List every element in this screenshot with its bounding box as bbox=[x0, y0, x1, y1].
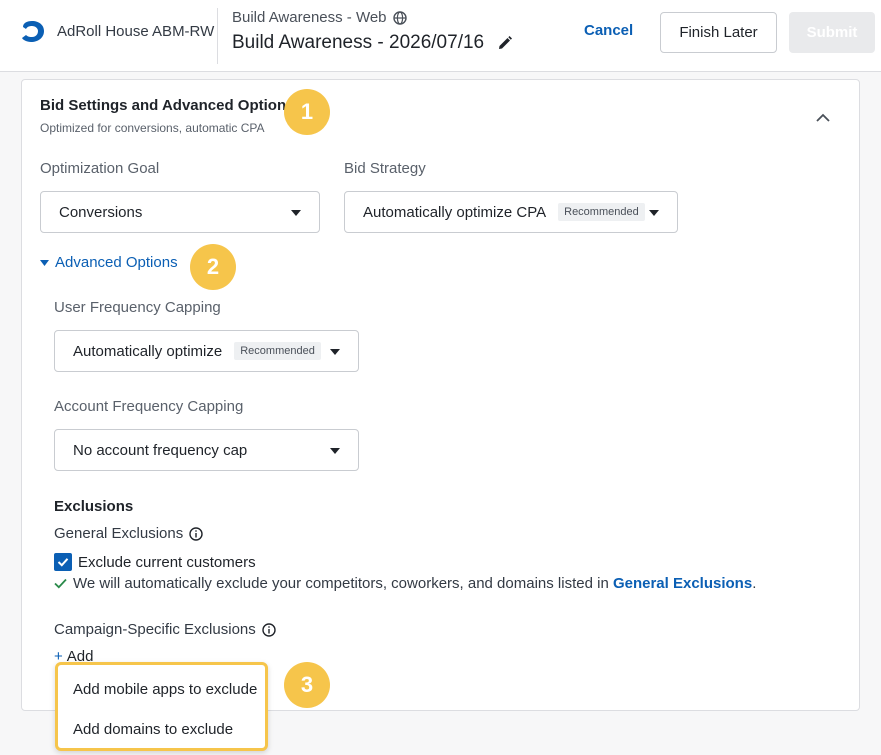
cancel-button[interactable]: Cancel bbox=[584, 22, 633, 39]
optimization-goal-label: Optimization Goal bbox=[40, 160, 160, 177]
caret-down-icon bbox=[291, 210, 301, 216]
pencil-icon[interactable] bbox=[498, 36, 513, 50]
caret-down-icon bbox=[330, 349, 340, 355]
adroll-logo-icon bbox=[22, 21, 44, 42]
chevron-up-icon[interactable] bbox=[816, 113, 830, 123]
exclusions-heading: Exclusions bbox=[54, 498, 134, 515]
callout-badge-1: 1 bbox=[284, 89, 330, 135]
account-frequency-label: Account Frequency Capping bbox=[54, 398, 244, 415]
checkmark-icon bbox=[57, 558, 69, 567]
submit-button[interactable]: Submit bbox=[789, 12, 875, 53]
caret-down-icon bbox=[330, 448, 340, 454]
bid-settings-card: Bid Settings and Advanced Options Optimi… bbox=[21, 79, 860, 711]
note-end: . bbox=[752, 575, 757, 592]
card-subtitle: Optimized for conversions, automatic CPA bbox=[40, 121, 265, 135]
exclude-customers-label: Exclude current customers bbox=[78, 553, 256, 571]
globe-icon bbox=[392, 10, 407, 25]
general-exclusions-heading: General Exclusions bbox=[54, 525, 203, 542]
bid-strategy-label: Bid Strategy bbox=[344, 160, 426, 177]
caret-down-icon bbox=[40, 259, 49, 266]
bid-strategy-select[interactable]: Automatically optimize CPA Recommended bbox=[344, 191, 678, 233]
exclude-customers-row[interactable]: Exclude current customers bbox=[54, 553, 256, 571]
user-frequency-value: Automatically optimize bbox=[73, 342, 223, 360]
account-frequency-select[interactable]: No account frequency cap bbox=[54, 429, 359, 471]
user-frequency-label: User Frequency Capping bbox=[54, 299, 221, 316]
menu-item-add-mobile-apps[interactable]: Add mobile apps to exclude bbox=[73, 681, 257, 698]
checkmark-icon bbox=[54, 578, 67, 589]
campaign-type-label: Build Awareness - Web bbox=[232, 9, 387, 26]
account-frequency-value: No account frequency cap bbox=[73, 441, 248, 459]
general-exclusions-label: General Exclusions bbox=[54, 525, 184, 542]
top-header: AdRoll House ABM-RW Build Awareness - We… bbox=[0, 0, 881, 72]
recommended-badge: Recommended bbox=[558, 203, 645, 221]
user-frequency-select[interactable]: Automatically optimize Recommended bbox=[54, 330, 359, 372]
general-exclusions-note: We will automatically exclude your compe… bbox=[54, 575, 756, 592]
finish-later-button[interactable]: Finish Later bbox=[660, 12, 777, 53]
campaign-exclusions-label: Campaign-Specific Exclusions bbox=[54, 621, 256, 638]
caret-down-icon bbox=[649, 210, 659, 216]
optimization-goal-value: Conversions bbox=[59, 203, 143, 221]
info-icon[interactable] bbox=[262, 622, 276, 637]
campaign-title: Build Awareness - 2026/07/16 bbox=[232, 32, 513, 54]
advanced-options-label: Advanced Options bbox=[55, 254, 178, 271]
header-divider bbox=[217, 8, 218, 64]
callout-badge-2: 2 bbox=[190, 244, 236, 290]
campaign-type: Build Awareness - Web bbox=[232, 9, 407, 26]
general-exclusions-link[interactable]: General Exclusions bbox=[613, 575, 752, 592]
callout-badge-3: 3 bbox=[284, 662, 330, 708]
card-title: Bid Settings and Advanced Options bbox=[40, 97, 295, 114]
note-text: We will automatically exclude your compe… bbox=[73, 575, 613, 592]
account-name: AdRoll House ABM-RW bbox=[57, 23, 215, 40]
recommended-badge: Recommended bbox=[234, 342, 321, 360]
optimization-goal-select[interactable]: Conversions bbox=[40, 191, 320, 233]
info-icon[interactable] bbox=[189, 526, 203, 541]
add-exclusion-menu: Add mobile apps to exclude Add domains t… bbox=[55, 662, 268, 751]
exclude-customers-checkbox[interactable] bbox=[54, 553, 72, 571]
menu-item-add-domains[interactable]: Add domains to exclude bbox=[73, 721, 233, 738]
advanced-options-toggle[interactable]: Advanced Options bbox=[40, 254, 178, 271]
campaign-title-text: Build Awareness - 2026/07/16 bbox=[232, 32, 485, 53]
campaign-exclusions-heading: Campaign-Specific Exclusions bbox=[54, 621, 276, 638]
bid-strategy-value: Automatically optimize CPA bbox=[363, 203, 547, 221]
